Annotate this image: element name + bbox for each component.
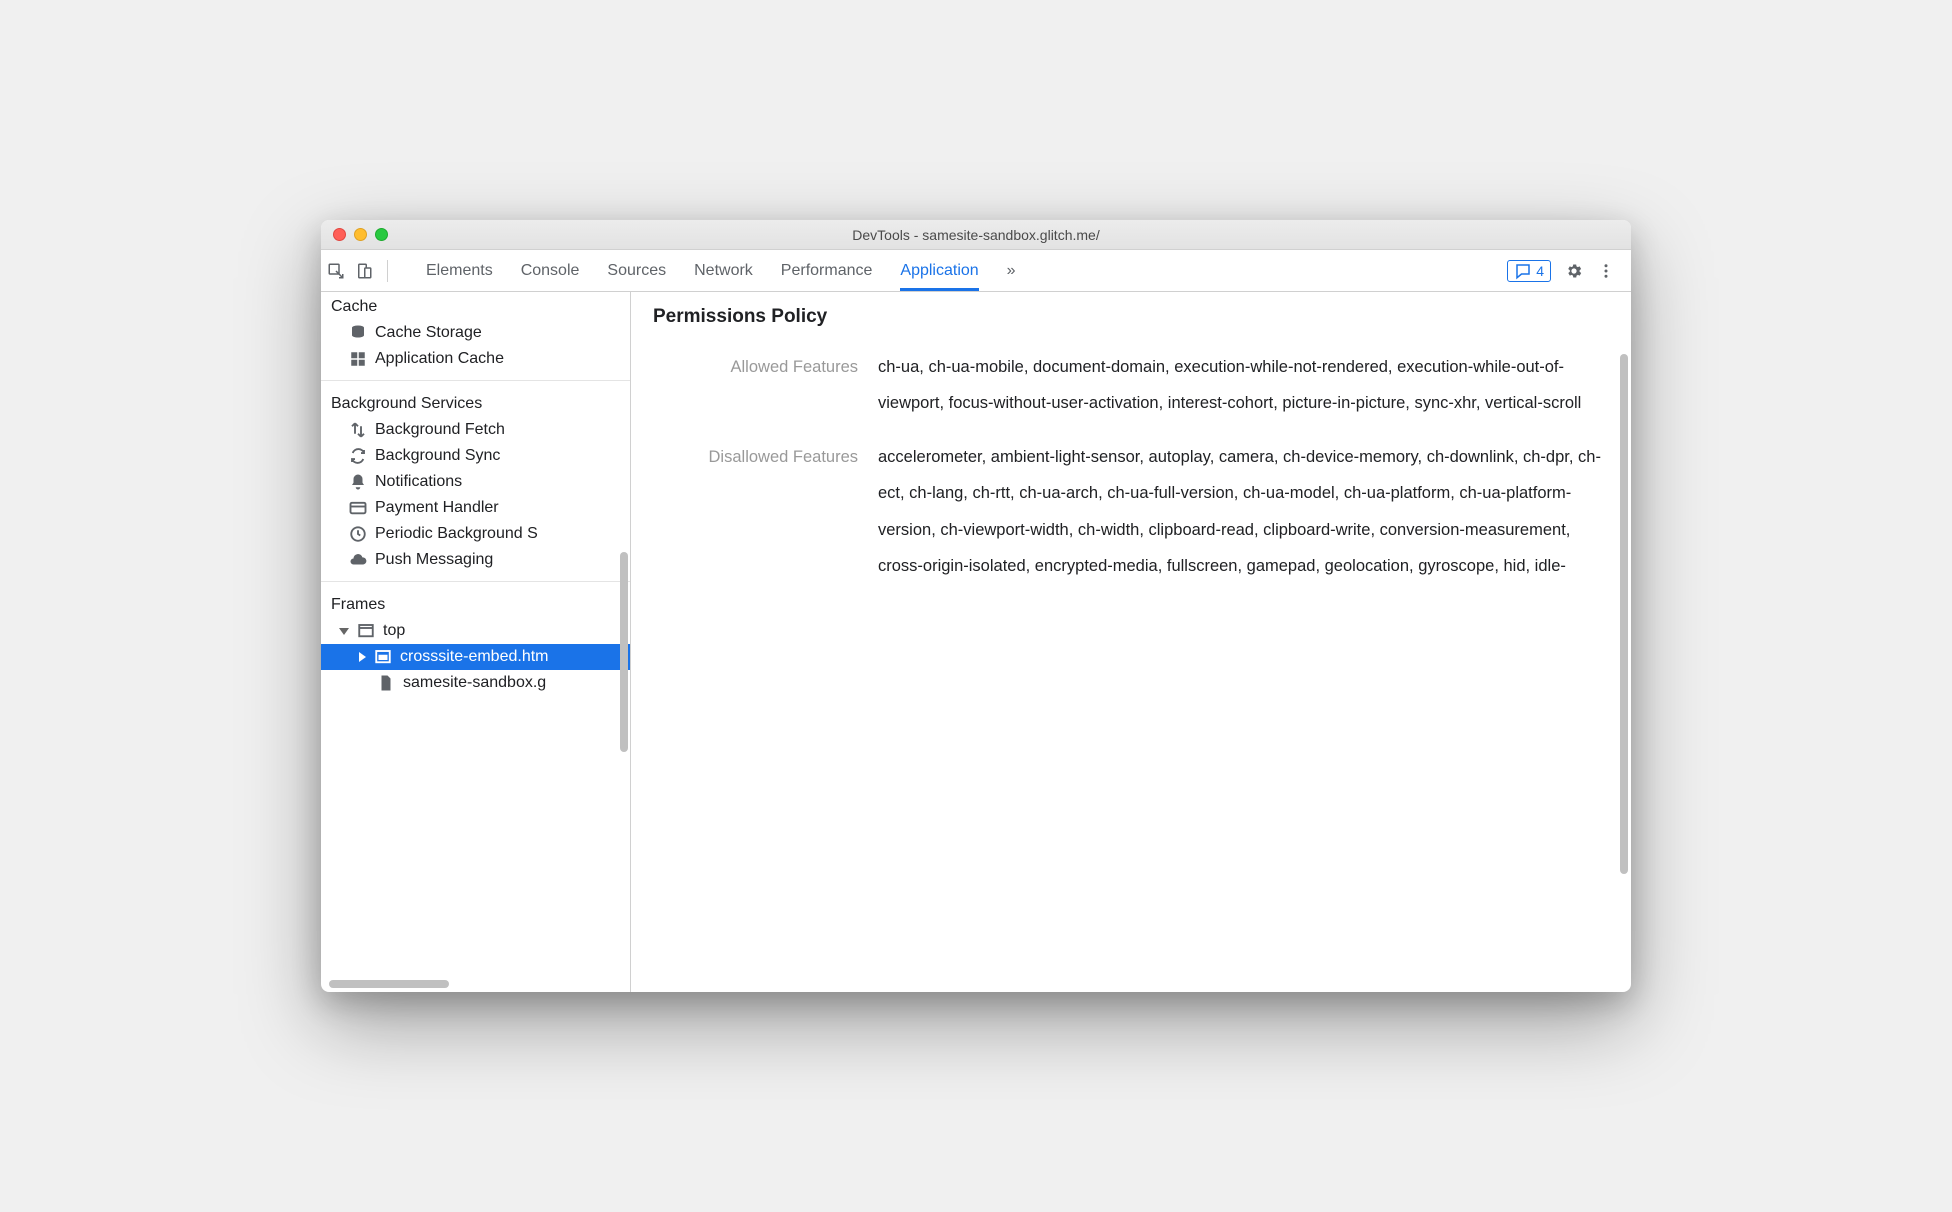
tab-application[interactable]: Application bbox=[900, 250, 978, 291]
close-window-button[interactable] bbox=[333, 228, 346, 241]
sidebar-item-application-cache[interactable]: Application Cache bbox=[321, 346, 630, 372]
clock-icon bbox=[349, 525, 367, 543]
row-value: accelerometer, ambient-light-sensor, aut… bbox=[878, 439, 1609, 584]
section-background-services: Background Services bbox=[321, 389, 630, 417]
sidebar-item-label: Notifications bbox=[375, 473, 462, 491]
device-toggle-icon[interactable] bbox=[355, 262, 373, 280]
grid-icon bbox=[349, 350, 367, 368]
inspect-icon[interactable] bbox=[327, 262, 345, 280]
sidebar-item-notifications[interactable]: Notifications bbox=[321, 469, 630, 495]
permissions-row-allowed: Allowed Features ch-ua, ch-ua-mobile, do… bbox=[653, 349, 1609, 422]
sync-icon bbox=[349, 447, 367, 465]
tab-console[interactable]: Console bbox=[521, 250, 580, 291]
divider bbox=[321, 380, 630, 381]
minimize-window-button[interactable] bbox=[354, 228, 367, 241]
window-title: DevTools - samesite-sandbox.glitch.me/ bbox=[321, 227, 1631, 243]
frame-top[interactable]: top bbox=[321, 618, 630, 644]
row-value: ch-ua, ch-ua-mobile, document-domain, ex… bbox=[878, 349, 1609, 422]
sidebar-item-cache-storage[interactable]: Cache Storage bbox=[321, 320, 630, 346]
cloud-icon bbox=[349, 551, 367, 569]
more-icon[interactable] bbox=[1597, 262, 1615, 280]
sidebar-item-payment-handler[interactable]: Payment Handler bbox=[321, 495, 630, 521]
sidebar-item-periodic-bg-sync[interactable]: Periodic Background S bbox=[321, 521, 630, 547]
frame-label: samesite-sandbox.g bbox=[403, 674, 546, 692]
row-label: Disallowed Features bbox=[653, 439, 858, 584]
window-controls bbox=[321, 228, 388, 241]
settings-icon[interactable] bbox=[1565, 262, 1583, 280]
section-cache: Cache bbox=[321, 292, 630, 320]
sidebar-item-label: Background Fetch bbox=[375, 421, 505, 439]
main-vscrollbar[interactable] bbox=[1620, 354, 1628, 874]
window-frame-icon bbox=[357, 622, 375, 640]
sidebar-item-label: Application Cache bbox=[375, 350, 504, 368]
application-sidebar: Cache Cache Storage Application Cache Ba… bbox=[321, 292, 631, 992]
tab-sources[interactable]: Sources bbox=[607, 250, 666, 291]
sidebar-item-push-messaging[interactable]: Push Messaging bbox=[321, 547, 630, 573]
sidebar-hscrollbar[interactable] bbox=[329, 980, 449, 988]
frame-crosssite-embed[interactable]: crosssite-embed.htm bbox=[321, 644, 630, 670]
main-panel: Permissions Policy Allowed Features ch-u… bbox=[631, 292, 1631, 992]
sidebar-item-label: Payment Handler bbox=[375, 499, 499, 517]
tab-network[interactable]: Network bbox=[694, 250, 753, 291]
arrows-icon bbox=[349, 421, 367, 439]
permissions-row-disallowed: Disallowed Features accelerometer, ambie… bbox=[653, 439, 1609, 584]
sidebar-item-label: Push Messaging bbox=[375, 551, 493, 569]
message-icon bbox=[1514, 262, 1532, 280]
titlebar: DevTools - samesite-sandbox.glitch.me/ bbox=[321, 220, 1631, 250]
sidebar-item-label: Cache Storage bbox=[375, 324, 482, 342]
database-icon bbox=[349, 324, 367, 342]
embed-frame-icon bbox=[374, 648, 392, 666]
section-frames: Frames bbox=[321, 590, 630, 618]
issues-badge[interactable]: 4 bbox=[1507, 260, 1551, 282]
content-area: Cache Cache Storage Application Cache Ba… bbox=[321, 292, 1631, 992]
maximize-window-button[interactable] bbox=[375, 228, 388, 241]
bell-icon bbox=[349, 473, 367, 491]
frame-label: crosssite-embed.htm bbox=[400, 648, 549, 666]
expand-toggle-icon[interactable] bbox=[339, 628, 349, 635]
row-label: Allowed Features bbox=[653, 349, 858, 422]
devtools-tabbar: Elements Console Sources Network Perform… bbox=[321, 250, 1631, 292]
devtools-window: DevTools - samesite-sandbox.glitch.me/ E… bbox=[321, 220, 1631, 992]
tab-overflow-button[interactable]: » bbox=[1007, 250, 1016, 291]
sidebar-vscrollbar[interactable] bbox=[620, 552, 628, 752]
frame-samesite-sandbox[interactable]: samesite-sandbox.g bbox=[321, 670, 630, 696]
tab-performance[interactable]: Performance bbox=[781, 250, 873, 291]
separator bbox=[387, 260, 388, 282]
sidebar-item-label: Periodic Background S bbox=[375, 525, 538, 543]
divider bbox=[321, 581, 630, 582]
issue-count: 4 bbox=[1536, 263, 1544, 279]
panel-heading: Permissions Policy bbox=[653, 304, 1609, 331]
card-icon bbox=[349, 499, 367, 517]
sidebar-item-background-sync[interactable]: Background Sync bbox=[321, 443, 630, 469]
sidebar-item-background-fetch[interactable]: Background Fetch bbox=[321, 417, 630, 443]
frame-label: top bbox=[383, 622, 405, 640]
sidebar-item-label: Background Sync bbox=[375, 447, 500, 465]
expand-toggle-icon[interactable] bbox=[359, 652, 366, 662]
file-icon bbox=[377, 674, 395, 692]
tab-elements[interactable]: Elements bbox=[426, 250, 493, 291]
